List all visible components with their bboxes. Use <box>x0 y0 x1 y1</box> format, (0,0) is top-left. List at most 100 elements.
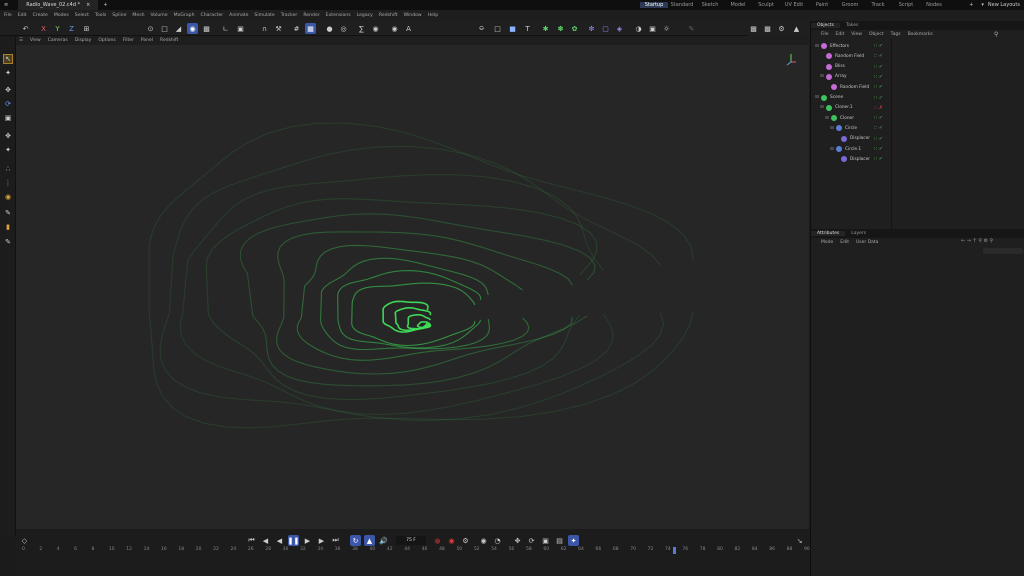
layout-tab-standard[interactable]: Standard <box>668 2 696 8</box>
menu-edit[interactable]: Edit <box>18 13 27 18</box>
tweak-mode-icon[interactable]: ▣ <box>235 23 246 34</box>
viewport-menu-options[interactable]: Options <box>98 38 115 43</box>
snap-icon[interactable]: ⚒ <box>273 23 284 34</box>
menu-create[interactable]: Create <box>33 13 48 18</box>
object-visibility-flags[interactable]: ∷ ✓ <box>874 156 883 162</box>
volume-icon[interactable]: ◈ <box>614 23 625 34</box>
deformer-icon[interactable]: ✼ <box>586 23 597 34</box>
object-visibility-flags[interactable]: ∷ ✓ <box>874 125 883 131</box>
viewport-menu-icon[interactable]: ☰ <box>19 38 23 43</box>
layout-tab-paint[interactable]: Paint <box>808 2 836 8</box>
brush-icon[interactable]: ✎ <box>686 23 697 34</box>
select-tool-icon[interactable]: ↖ <box>3 54 13 64</box>
axis-z-button[interactable]: Z <box>66 23 77 34</box>
next-key-icon[interactable]: ▶ <box>316 535 327 546</box>
objects-menu-edit[interactable]: Edit <box>836 32 845 37</box>
layout-tab-groom[interactable]: Groom <box>836 2 864 8</box>
menu-spline[interactable]: Spline <box>112 13 126 18</box>
subdivision-icon[interactable]: ✱ <box>540 23 551 34</box>
light-icon[interactable]: ☼ <box>661 23 672 34</box>
object-row[interactable]: ⊟ Scene ∷ ✓ <box>811 93 1024 103</box>
render-view-icon[interactable]: ▩ <box>748 23 759 34</box>
fcurve-icon[interactable]: ↘ <box>794 535 805 546</box>
points-mode-icon[interactable]: ⊙ <box>145 23 156 34</box>
pause-icon[interactable]: ❚❚ <box>288 535 299 546</box>
close-icon[interactable]: × <box>86 2 90 8</box>
menu-extensions[interactable]: Extensions <box>326 13 351 18</box>
timeline-ruler[interactable]: 0 2 4 6 8 10 12 14 16 18 20 22 24 26 28 30 32 34 36 38 40 42 4… <box>16 547 810 556</box>
app-menu-icon[interactable]: ≡ <box>4 2 8 8</box>
playback-rate-icon[interactable]: ▲ <box>364 535 375 546</box>
object-row[interactable]: ⊟ Cloner ∷ ✓ <box>811 113 1024 123</box>
key-rotation-icon[interactable]: ⟳ <box>526 535 537 546</box>
lod-icon[interactable]: ◉ <box>370 23 381 34</box>
go-to-end-icon[interactable]: ⏭ <box>330 535 341 546</box>
measure-tool-icon[interactable]: ✎ <box>3 237 13 247</box>
tab-objects[interactable]: Objects <box>811 23 841 28</box>
object-visibility-flags[interactable]: ∷ ✓ <box>874 64 883 70</box>
object-visibility-flags[interactable]: ∷ ✓ <box>874 43 883 49</box>
scale-tool-icon[interactable]: ▣ <box>3 113 13 123</box>
selection-mode-icon[interactable]: ✦ <box>3 68 13 78</box>
chevron-down-icon[interactable]: ▾ <box>981 2 984 8</box>
menu-redshift[interactable]: Redshift <box>379 13 398 18</box>
text-icon[interactable]: T <box>522 23 533 34</box>
objects-menu-bookmarks[interactable]: Bookmarks <box>908 32 933 37</box>
undo-icon[interactable]: ↶ <box>20 23 31 34</box>
menu-tracker[interactable]: Tracker <box>281 13 298 18</box>
grid-snap-icon[interactable]: # <box>291 23 302 34</box>
environment-icon[interactable]: ◑ <box>633 23 644 34</box>
autokey-record-icon[interactable]: ◉ <box>446 535 457 546</box>
viewport-menu-filter[interactable]: Filter <box>123 38 134 43</box>
object-visibility-flags[interactable]: ∷ ✓ <box>874 136 883 142</box>
key-scale-icon[interactable]: ▣ <box>540 535 551 546</box>
keyframe-icon[interactable]: ◇ <box>19 535 30 546</box>
object-row[interactable]: ⊟ Effectors ∷ ✓ <box>811 41 1024 51</box>
tab-attributes[interactable]: Attributes <box>811 231 846 236</box>
menu-volume[interactable]: Volume <box>151 13 168 18</box>
rotate-tool-icon[interactable]: ⟳ <box>3 99 13 109</box>
key-lock-icon[interactable]: ◉ <box>478 535 489 546</box>
object-row[interactable]: Random Field ∷ ✓ <box>811 82 1024 92</box>
record-icon[interactable]: ◉ <box>389 23 400 34</box>
axis-x-button[interactable]: X <box>38 23 49 34</box>
edges-mode-icon[interactable]: □ <box>159 23 170 34</box>
objects-menu-object[interactable]: Object <box>869 32 884 37</box>
menu-character[interactable]: Character <box>200 13 223 18</box>
axis-y-button[interactable]: Y <box>52 23 63 34</box>
objects-menu-tags[interactable]: Tags <box>891 32 901 37</box>
menu-select[interactable]: Select <box>75 13 89 18</box>
object-visibility-flags[interactable]: ∷ ✓ <box>874 115 883 121</box>
add-tab-button[interactable]: + <box>103 2 107 8</box>
cube-icon[interactable]: ■ <box>507 23 518 34</box>
key-position-icon[interactable]: ✥ <box>512 535 523 546</box>
viewport-menu-view[interactable]: View <box>30 38 41 43</box>
menu-simulate[interactable]: Simulate <box>254 13 274 18</box>
attributes-menu-user-data[interactable]: User Data <box>856 240 878 245</box>
layout-tab-script[interactable]: Script <box>892 2 920 8</box>
object-row[interactable]: ⊟ Circle ∷ ✓ <box>811 123 1024 133</box>
key-parameter-icon[interactable]: ▤ <box>554 535 565 546</box>
object-visibility-flags[interactable]: ∷ ✓ <box>874 74 883 80</box>
loop-icon[interactable]: ↻ <box>350 535 361 546</box>
object-row[interactable]: Displacer ∷ ✓ <box>811 154 1024 164</box>
viewport-menu-display[interactable]: Display <box>75 38 92 43</box>
extrude-tool-icon[interactable]: ◉ <box>3 192 13 202</box>
object-row[interactable]: ⊟ Array ∷ ✓ <box>811 72 1024 82</box>
playhead[interactable] <box>672 547 676 554</box>
menu-modes[interactable]: Modes <box>54 13 69 18</box>
sculpt-brush-icon[interactable]: ✎ <box>3 208 13 218</box>
current-frame-field[interactable]: 75 F <box>396 536 426 545</box>
dynamic-placement-icon[interactable]: ✦ <box>3 145 13 155</box>
redshift-icon[interactable]: ▲ <box>791 23 802 34</box>
paint-tool-icon[interactable]: ▮ <box>3 222 13 232</box>
hair-icon[interactable]: ∑ <box>356 23 367 34</box>
layout-tab-sculpt[interactable]: Sculpt <box>752 2 780 8</box>
layout-tab-startup[interactable]: Startup <box>640 2 668 8</box>
object-row[interactable]: ⊟ Cloner.1 ∷ ✗ <box>811 103 1024 113</box>
menu-render[interactable]: Render <box>303 13 319 18</box>
object-visibility-flags[interactable]: ∷ ✓ <box>874 95 883 101</box>
object-visibility-flags[interactable]: ∷ ✓ <box>874 146 883 152</box>
objects-menu-view[interactable]: View <box>851 32 862 37</box>
camera-icon[interactable]: ▣ <box>647 23 658 34</box>
